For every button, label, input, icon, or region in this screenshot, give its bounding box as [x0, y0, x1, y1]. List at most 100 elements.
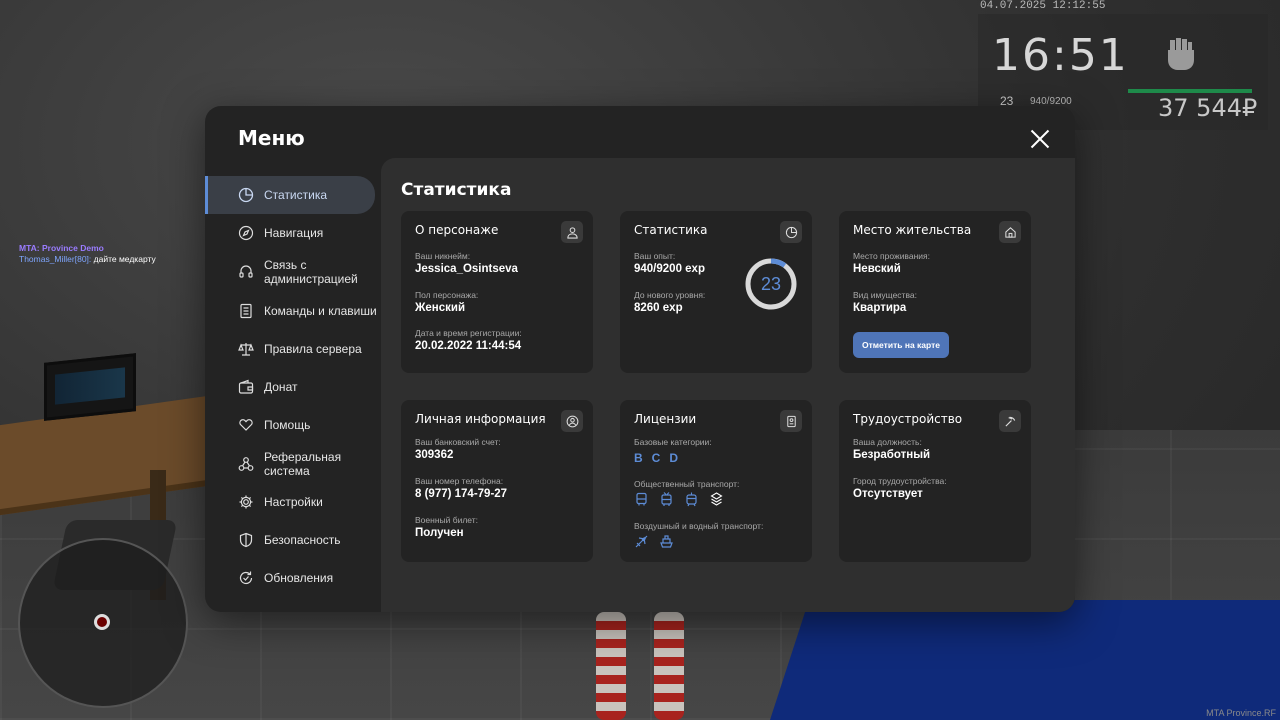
sidebar-item-rules[interactable]: Правила сервера	[205, 330, 381, 368]
plane-icon	[635, 535, 648, 548]
bank-account-label: Ваш банковский счет:	[415, 437, 501, 447]
right-leg	[654, 612, 684, 720]
property-type-label: Вид имущества:	[853, 290, 917, 300]
sidebar-item-donate[interactable]: Донат	[205, 368, 381, 406]
air-water-transport-icons	[634, 534, 674, 549]
menu-title: Меню	[238, 126, 305, 150]
chat-line: MTA: Province Demo	[19, 243, 104, 253]
wallet-icon	[238, 379, 254, 395]
card-title: Личная информация	[415, 412, 546, 426]
chat-player-name: Thomas_Miller[80]:	[19, 254, 92, 264]
chat-message: дайте медкарту	[91, 254, 156, 264]
air-water-transport-label: Воздушный и водный транспорт:	[634, 521, 764, 531]
sidebar-item-security[interactable]: Безопасность	[205, 521, 381, 559]
pie-chart-icon	[238, 187, 254, 203]
license-category: D	[669, 451, 679, 465]
sidebar-item-referral[interactable]: Реферальная система	[205, 444, 381, 483]
hud-health-bar	[1128, 89, 1252, 93]
watermark: MTA Province.RF	[1206, 708, 1276, 718]
metro-icon	[710, 492, 723, 506]
sidebar-item-commands[interactable]: Команды и клавиши	[205, 291, 381, 330]
card-title: Трудоустройство	[853, 412, 963, 426]
shield-icon	[238, 532, 254, 548]
job-position-label: Ваша должность:	[853, 437, 922, 447]
fist-icon	[1168, 38, 1194, 70]
job-city-label: Город трудоустройства:	[853, 476, 947, 486]
sidebar-item-navigation[interactable]: Навигация	[205, 214, 381, 252]
headset-icon	[238, 264, 254, 280]
sidebar-item-label: Безопасность	[264, 533, 341, 547]
user-icon	[561, 221, 583, 243]
tram-icon	[686, 492, 697, 507]
mark-on-map-button[interactable]: Отметить на карте	[853, 332, 949, 358]
card-title: О персонаже	[415, 223, 499, 237]
compass-icon	[238, 225, 254, 241]
phone-label: Ваш номер телефона:	[415, 476, 504, 486]
card-residence: Место жительства Место проживания: Невск…	[839, 211, 1031, 373]
exp-value: 940/9200 exp	[634, 263, 705, 275]
ship-icon	[660, 535, 673, 548]
bus-icon	[636, 492, 647, 506]
sidebar-item-label: Правила сервера	[264, 342, 362, 356]
residence-place-label: Место проживания:	[853, 251, 930, 261]
nickname-label: Ваш никнейм:	[415, 251, 471, 261]
level-number: 23	[760, 273, 782, 294]
user-circle-icon	[561, 410, 583, 432]
next-level-value: 8260 exp	[634, 302, 683, 314]
sidebar-item-label: Настройки	[264, 495, 323, 509]
chat-line: Thomas_Miller[80]: дайте медкарту	[19, 254, 156, 265]
job-position-value: Безработный	[853, 449, 931, 461]
sidebar-item-updates[interactable]: Обновления	[205, 559, 381, 597]
card-title: Место жительства	[853, 223, 972, 237]
bank-account-value: 309362	[415, 449, 454, 461]
refresh-icon	[238, 570, 254, 586]
sidebar-item-admin-contact[interactable]: Связь с администрацией	[205, 252, 381, 291]
page-title: Статистика	[401, 180, 512, 200]
public-transport-icons	[634, 492, 724, 507]
registration-label: Дата и время регистрации:	[415, 328, 522, 338]
hud-time: 16:51	[992, 30, 1129, 81]
job-city-value: Отсутствует	[853, 488, 923, 500]
card-statistics: Статистика Ваш опыт: 940/9200 exp До нов…	[620, 211, 812, 373]
sidebar-item-statistics[interactable]: Статистика	[205, 176, 375, 214]
base-categories-label: Базовые категории:	[634, 437, 712, 447]
pie-chart-icon	[780, 221, 802, 243]
sidebar-item-settings[interactable]: Настройки	[205, 483, 381, 521]
content-panel: Статистика О персонаже Ваш никнейм: Jess…	[381, 158, 1075, 612]
heart-hand-icon	[238, 417, 254, 433]
sidebar-item-label: Реферальная система	[264, 449, 342, 478]
military-id-value: Получен	[415, 527, 464, 539]
hud-money: 37 544₽	[1158, 94, 1258, 122]
military-id-label: Военный билет:	[415, 515, 479, 525]
scales-icon	[238, 341, 254, 357]
close-icon[interactable]	[1029, 128, 1051, 150]
sidebar-item-label: Связь с администрацией	[264, 257, 358, 286]
network-icon	[238, 456, 254, 472]
sidebar-item-label: Команды и клавиши	[264, 303, 377, 318]
card-licenses: Лицензии Базовые категории: B C D Общест…	[620, 400, 812, 562]
phone-value: 8 (977) 174-79-27	[415, 488, 508, 500]
sidebar-item-label: Навигация	[264, 226, 324, 240]
home-icon	[999, 221, 1021, 243]
sidebar-item-label: Донат	[264, 380, 298, 394]
player-marker-icon	[94, 614, 110, 630]
card-title: Статистика	[634, 223, 708, 237]
menu-window: Меню Статистика Навигация Связь с админи…	[205, 106, 1075, 612]
sidebar-item-label: Помощь	[264, 418, 311, 432]
next-level-label: До нового уровня:	[634, 290, 706, 300]
registration-value: 20.02.2022 11:44:54	[415, 340, 522, 352]
chat-box: MTA: Province Demo Thomas_Miller[80]: да…	[19, 243, 156, 265]
exp-label: Ваш опыт:	[634, 251, 676, 261]
hud-datetime: 04.07.2025 12:12:55	[980, 0, 1106, 12]
sidebar-item-help[interactable]: Помощь	[205, 406, 381, 444]
id-card-icon	[780, 410, 802, 432]
card-personal-info: Личная информация Ваш банковский счет: 3…	[401, 400, 593, 562]
left-leg	[596, 612, 626, 720]
gender-label: Пол персонажа:	[415, 290, 479, 300]
blue-mat	[770, 600, 1280, 720]
sidebar-item-label: Статистика	[264, 188, 328, 202]
license-categories: B C D	[634, 451, 678, 465]
pickaxe-icon	[999, 410, 1021, 432]
card-employment: Трудоустройство Ваша должность: Безработ…	[839, 400, 1031, 562]
residence-place-value: Невский	[853, 263, 901, 275]
